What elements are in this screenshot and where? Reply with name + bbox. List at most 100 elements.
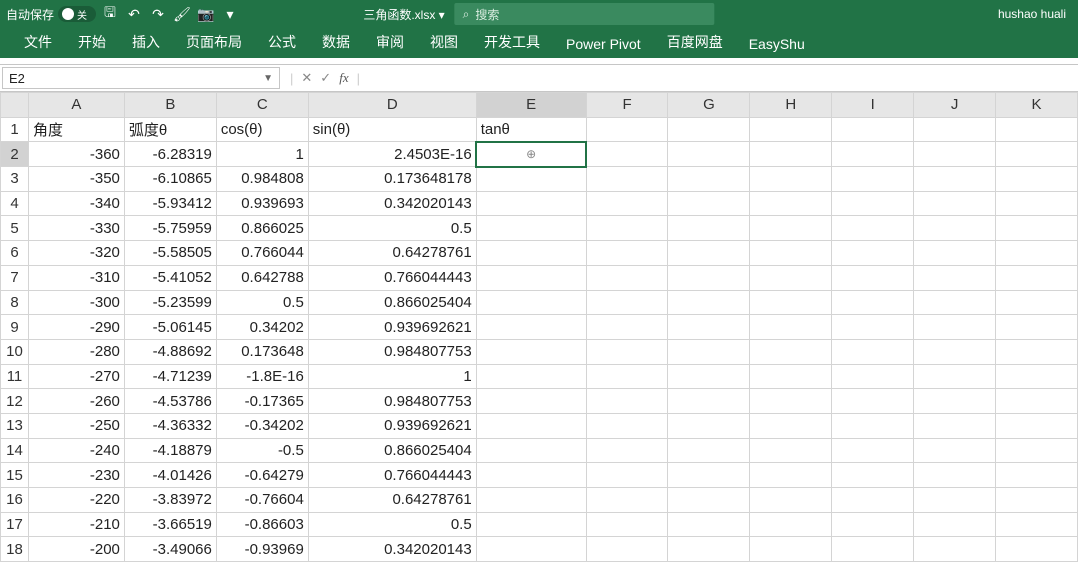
cell-J3[interactable] xyxy=(914,167,996,192)
cell-H18[interactable] xyxy=(750,537,832,562)
row-header[interactable]: 6 xyxy=(1,241,29,266)
ribbon-tab-文件[interactable]: 文件 xyxy=(12,26,64,58)
cell-G6[interactable] xyxy=(668,241,750,266)
camera-icon[interactable]: 📷 xyxy=(196,4,216,24)
cell-D18[interactable]: 0.342020143 xyxy=(308,537,476,562)
cell-I17[interactable] xyxy=(832,512,914,537)
cell-G18[interactable] xyxy=(668,537,750,562)
cell-H12[interactable] xyxy=(750,389,832,414)
cell-F11[interactable] xyxy=(586,364,668,389)
row-header[interactable]: 4 xyxy=(1,191,29,216)
cell-I12[interactable] xyxy=(832,389,914,414)
cell-C6[interactable]: 0.766044 xyxy=(216,241,308,266)
cell-I11[interactable] xyxy=(832,364,914,389)
cell-J10[interactable] xyxy=(914,339,996,364)
fx-icon[interactable]: fx xyxy=(339,70,348,86)
cell-J18[interactable] xyxy=(914,537,996,562)
cell-F16[interactable] xyxy=(586,488,668,513)
cell-B17[interactable]: -3.66519 xyxy=(124,512,216,537)
cell-K12[interactable] xyxy=(996,389,1078,414)
cell-J13[interactable] xyxy=(914,413,996,438)
ribbon-tab-开始[interactable]: 开始 xyxy=(66,26,118,58)
cell-B6[interactable]: -5.58505 xyxy=(124,241,216,266)
cell-E2[interactable]: ⊕ xyxy=(476,142,586,167)
cell-A15[interactable]: -230 xyxy=(28,463,124,488)
cell-B12[interactable]: -4.53786 xyxy=(124,389,216,414)
column-header-I[interactable]: I xyxy=(832,93,914,118)
cell-I15[interactable] xyxy=(832,463,914,488)
cell-B16[interactable]: -3.83972 xyxy=(124,488,216,513)
cell-I7[interactable] xyxy=(832,265,914,290)
cell-K11[interactable] xyxy=(996,364,1078,389)
cell-K6[interactable] xyxy=(996,241,1078,266)
cell-A18[interactable]: -200 xyxy=(28,537,124,562)
cell-F13[interactable] xyxy=(586,413,668,438)
cell-G16[interactable] xyxy=(668,488,750,513)
cell-C10[interactable]: 0.173648 xyxy=(216,339,308,364)
cell-E11[interactable] xyxy=(476,364,586,389)
cell-A13[interactable]: -250 xyxy=(28,413,124,438)
cell-B4[interactable]: -5.93412 xyxy=(124,191,216,216)
cell-C9[interactable]: 0.34202 xyxy=(216,315,308,340)
cell-H15[interactable] xyxy=(750,463,832,488)
cell-I16[interactable] xyxy=(832,488,914,513)
cell-J11[interactable] xyxy=(914,364,996,389)
cell-J16[interactable] xyxy=(914,488,996,513)
cell-I13[interactable] xyxy=(832,413,914,438)
cell-B3[interactable]: -6.10865 xyxy=(124,167,216,192)
cell-K7[interactable] xyxy=(996,265,1078,290)
name-box[interactable]: E2 ▼ xyxy=(2,67,280,89)
cell-F3[interactable] xyxy=(586,167,668,192)
cell-J2[interactable] xyxy=(914,142,996,167)
cell-E4[interactable] xyxy=(476,191,586,216)
cell-K14[interactable] xyxy=(996,438,1078,463)
spreadsheet-grid[interactable]: ABCDEFGHIJK 1角度弧度θcos(θ)sin(θ)tanθ2-360-… xyxy=(0,92,1078,562)
cell-K10[interactable] xyxy=(996,339,1078,364)
cell-F1[interactable] xyxy=(586,117,668,142)
cell-F10[interactable] xyxy=(586,339,668,364)
row-header[interactable]: 18 xyxy=(1,537,29,562)
confirm-icon[interactable]: ✓ xyxy=(320,70,331,86)
cell-H7[interactable] xyxy=(750,265,832,290)
row-header[interactable]: 16 xyxy=(1,488,29,513)
row-header[interactable]: 2 xyxy=(1,142,29,167)
row-header[interactable]: 14 xyxy=(1,438,29,463)
cell-J6[interactable] xyxy=(914,241,996,266)
cell-D8[interactable]: 0.866025404 xyxy=(308,290,476,315)
cell-J17[interactable] xyxy=(914,512,996,537)
ribbon-tab-Power Pivot[interactable]: Power Pivot xyxy=(554,30,653,58)
cell-C7[interactable]: 0.642788 xyxy=(216,265,308,290)
cell-C3[interactable]: 0.984808 xyxy=(216,167,308,192)
column-header-A[interactable]: A xyxy=(28,93,124,118)
cell-B15[interactable]: -4.01426 xyxy=(124,463,216,488)
cell-E6[interactable] xyxy=(476,241,586,266)
cell-H14[interactable] xyxy=(750,438,832,463)
cell-A8[interactable]: -300 xyxy=(28,290,124,315)
cell-K13[interactable] xyxy=(996,413,1078,438)
ribbon-tab-百度网盘[interactable]: 百度网盘 xyxy=(655,26,735,58)
cell-A10[interactable]: -280 xyxy=(28,339,124,364)
cell-C14[interactable]: -0.5 xyxy=(216,438,308,463)
cell-F4[interactable] xyxy=(586,191,668,216)
cell-K15[interactable] xyxy=(996,463,1078,488)
cell-H16[interactable] xyxy=(750,488,832,513)
cell-G2[interactable] xyxy=(668,142,750,167)
cell-I9[interactable] xyxy=(832,315,914,340)
column-header-B[interactable]: B xyxy=(124,93,216,118)
cell-C18[interactable]: -0.93969 xyxy=(216,537,308,562)
cell-I2[interactable] xyxy=(832,142,914,167)
cell-E18[interactable] xyxy=(476,537,586,562)
row-header[interactable]: 17 xyxy=(1,512,29,537)
autosave-toggle[interactable]: 关 xyxy=(58,6,96,22)
save-icon[interactable]: 🖫 xyxy=(100,4,120,24)
cell-H1[interactable] xyxy=(750,117,832,142)
cell-E1[interactable]: tanθ xyxy=(476,117,586,142)
cell-C12[interactable]: -0.17365 xyxy=(216,389,308,414)
cell-E8[interactable] xyxy=(476,290,586,315)
cell-I3[interactable] xyxy=(832,167,914,192)
cell-A6[interactable]: -320 xyxy=(28,241,124,266)
cell-B2[interactable]: -6.28319 xyxy=(124,142,216,167)
cell-G17[interactable] xyxy=(668,512,750,537)
cell-G3[interactable] xyxy=(668,167,750,192)
cell-F6[interactable] xyxy=(586,241,668,266)
